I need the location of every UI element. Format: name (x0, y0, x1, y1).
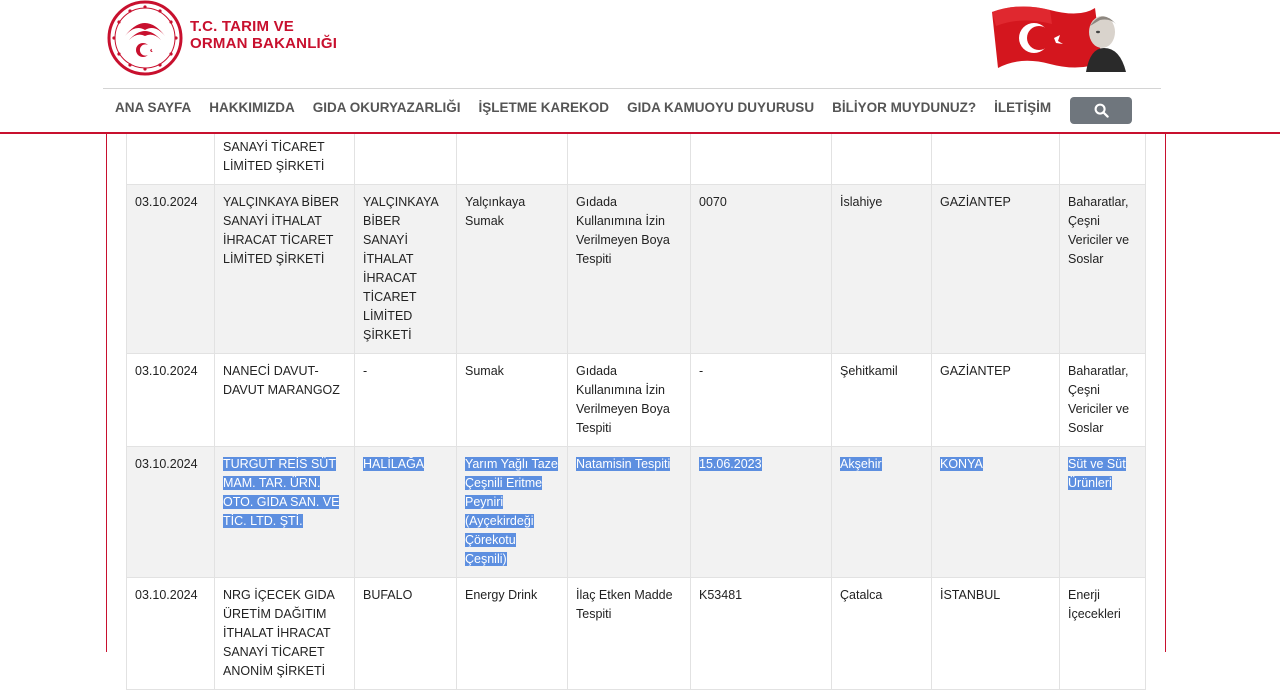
nav-gida-okuryazarligi[interactable]: GIDA OKURYAZARLIĞI (313, 99, 461, 117)
cell-product: Yarım Yağlı Taze Çeşnili Eritme Peyniri … (456, 446, 568, 578)
cell-company: NANECİ DAVUT-DAVUT MARANGOZ (214, 353, 355, 447)
cell-product: Sumak (456, 353, 568, 447)
cell-group: Baharatlar, Çeşni Vericiler ve Soslar (1059, 184, 1146, 354)
cell-province: İSTANBUL (931, 577, 1060, 690)
table-row: 03.10.2024 NRG İÇECEK GIDA ÜRETİM DAĞITI… (126, 577, 1146, 690)
cell-batch: - (690, 353, 832, 447)
cell-group: Baharatlar, Çeşni Vericiler ve Soslar (1059, 353, 1146, 447)
cell-company: YALÇINKAYA BİBER SANAYİ İTHALAT İHRACAT … (214, 184, 355, 354)
cell-province: GAZİANTEP (931, 184, 1060, 354)
cell-district: Akşehir (831, 446, 932, 578)
cell-district: Çatalca (831, 577, 932, 690)
cell-company: TURGUT REİS SÜT MAM. TAR. ÜRN. OTO. GIDA… (214, 446, 355, 578)
main-nav: ANA SAYFA HAKKIMIZDA GIDA OKURYAZARLIĞI … (115, 99, 1069, 117)
cell-batch: 15.06.2023 (690, 446, 832, 578)
cell-date: 03.10.2024 (126, 353, 215, 447)
selected-text: Süt ve Süt Ürünleri (1068, 457, 1126, 490)
brand-line-1: T.C. TARIM VE (190, 18, 294, 35)
cell-batch: 0070 (690, 184, 832, 354)
search-icon (1094, 103, 1109, 118)
selected-text: Yarım Yağlı Taze Çeşnili Eritme Peyniri … (465, 457, 558, 566)
table-row: 03.10.2024 YALÇINKAYA BİBER SANAYİ İTHAL… (126, 184, 1146, 354)
cell-product: Yalçınkaya Sumak (456, 184, 568, 354)
cell-product: Energy Drink (456, 577, 568, 690)
brand-line-2: ORMAN BAKANLIĞI (190, 35, 338, 52)
nav-iletisim[interactable]: İLETİŞİM (994, 99, 1051, 117)
selected-text: Natamisin Tespiti (576, 457, 671, 471)
cell-district: İslahiye (831, 184, 932, 354)
selected-text: 15.06.2023 (699, 457, 762, 471)
cell-province: GAZİANTEP (931, 353, 1060, 447)
selected-text: Akşehir (840, 457, 882, 471)
cell-issue: Gıdada Kullanımına İzin Verilmeyen Boya … (567, 184, 691, 354)
cell-brand: - (354, 353, 457, 447)
selected-text: TURGUT REİS SÜT MAM. TAR. ÜRN. OTO. GIDA… (223, 457, 340, 528)
ministry-name[interactable]: T.C. TARIM VE ORMAN BAKANLIĞI (190, 18, 337, 52)
selected-text: HALİLAĞA (363, 457, 425, 471)
cell-district: Şehitkamil (831, 353, 932, 447)
cell-batch: K53481 (690, 577, 832, 690)
header-divider (103, 88, 1161, 89)
cell-group: Süt ve Süt Ürünleri (1059, 446, 1146, 578)
cell-date: 03.10.2024 (126, 184, 215, 354)
table-row: 03.10.2024 TURGUT REİS SÜT MAM. TAR. ÜRN… (126, 446, 1146, 578)
site-header: T.C. TARIM VE ORMAN BAKANLIĞI ANA SAYFA … (0, 0, 1280, 134)
nav-biliyor-muydunuz[interactable]: BİLİYOR MUYDUNUZ? (832, 99, 976, 117)
nav-hakkimizda[interactable]: HAKKIMIZDA (209, 99, 295, 117)
turkish-flag-portrait-image (992, 6, 1126, 72)
cell-company-text: SANAYİ TİCARET LİMİTED ŞİRKETİ (223, 140, 325, 173)
nav-ana-sayfa[interactable]: ANA SAYFA (115, 99, 191, 117)
cell-brand: BUFALO (354, 577, 457, 690)
cell-date: 03.10.2024 (126, 446, 215, 578)
cell-brand: YALÇINKAYA BİBER SANAYİ İTHALAT İHRACAT … (354, 184, 457, 354)
cell-group: Enerji İçecekleri (1059, 577, 1146, 690)
cell-issue: Natamisin Tespiti (567, 446, 691, 578)
food-recall-table: SANAYİ TİCARET LİMİTED ŞİRKETİ 03.10.202… (126, 76, 1146, 690)
cell-brand: HALİLAĞA (354, 446, 457, 578)
nav-isletme-karekod[interactable]: İŞLETME KAREKOD (479, 99, 610, 117)
cell-company: NRG İÇECEK GIDA ÜRETİM DAĞITIM İTHALAT İ… (214, 577, 355, 690)
cell-date: 03.10.2024 (126, 577, 215, 690)
cell-province: KONYA (931, 446, 1060, 578)
cell-issue: Gıdada Kullanımına İzin Verilmeyen Boya … (567, 353, 691, 447)
selected-text: KONYA (940, 457, 983, 471)
table-row: 03.10.2024 NANECİ DAVUT-DAVUT MARANGOZ -… (126, 353, 1146, 447)
nav-gida-kamuoyu-duyurusu[interactable]: GIDA KAMUOYU DUYURUSU (627, 99, 814, 117)
search-button[interactable] (1070, 97, 1132, 124)
cell-issue: İlaç Etken Madde Tespiti (567, 577, 691, 690)
ministry-logo[interactable] (107, 0, 183, 76)
